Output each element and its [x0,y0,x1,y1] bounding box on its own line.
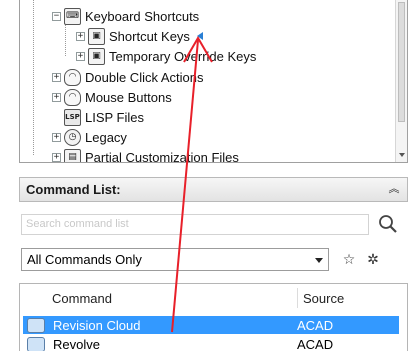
lisp-file-icon: LSP [64,108,81,126]
column-header-command[interactable]: Command [52,291,112,306]
selection-marker-icon [197,32,203,40]
override-key-icon: ▣ [88,47,105,65]
collapse-panel-icon[interactable]: ︽ [387,182,401,196]
command-list-header: Command List: ︽ [19,177,408,202]
command-name: Revision Cloud [53,317,141,333]
tree-item-label: Legacy [85,129,127,145]
tree-item-partial-customization-files[interactable]: + ▤ Partial Customization Files [52,147,239,163]
customizations-tree: − ⌨ Keyboard Shortcuts + ▣ Shortcut Keys… [19,0,408,163]
search-input[interactable]: Search command list [21,214,369,235]
table-row[interactable]: Revision Cloud ACAD [23,316,399,334]
expand-toggle[interactable]: + [52,92,61,102]
tree-connector [33,0,34,155]
expand-toggle[interactable]: + [76,51,85,61]
command-name: Revolve [53,336,100,351]
tree-item-keyboard-shortcuts[interactable]: − ⌨ Keyboard Shortcuts [52,6,199,26]
command-list-title: Command List: [26,182,121,197]
chevron-down-icon[interactable] [315,258,323,263]
table-row[interactable]: Revolve ACAD [23,335,399,351]
partial-cui-icon: ▤ [64,148,81,162]
shortcut-key-icon: ▣ [88,27,105,45]
tree-item-label: Shortcut Keys [109,28,190,44]
tree-item-shortcut-keys[interactable]: + ▣ Shortcut Keys [76,26,190,46]
command-table: Command Source Revision Cloud ACAD Revol… [19,283,408,351]
expand-toggle[interactable]: + [52,132,61,142]
double-click-icon: ◠ [64,68,81,86]
column-header-source[interactable]: Source [303,291,344,306]
expand-toggle[interactable]: + [52,152,61,162]
tree-item-label: Keyboard Shortcuts [85,8,200,24]
tree-item-mouse-buttons[interactable]: + ◠ Mouse Buttons [52,87,172,107]
tree-item-label: Partial Customization Files [85,149,239,163]
expand-toggle[interactable]: + [52,72,61,82]
find-command-icon[interactable]: ☆ [338,250,360,270]
command-filter-dropdown[interactable]: All Commands Only [21,248,329,271]
command-source: ACAD [297,317,334,333]
collapse-toggle[interactable]: − [52,11,61,21]
search-icon[interactable] [378,213,398,235]
keyboard-icon: ⌨ [64,7,81,25]
column-divider[interactable] [297,288,298,308]
tree-item-legacy[interactable]: + ◷ Legacy [52,127,127,147]
expand-toggle[interactable]: + [76,31,85,41]
tree-item-label: Double Click Actions [85,69,204,85]
tree-item-double-click-actions[interactable]: + ◠ Double Click Actions [52,67,204,87]
create-command-icon[interactable]: ✲ [362,250,384,270]
tree-scrollbar[interactable] [395,0,407,162]
scrollbar-thumb[interactable] [398,2,405,122]
tree-item-label: LISP Files [85,109,145,125]
tree-item-temporary-override-keys[interactable]: + ▣ Temporary Override Keys [76,46,256,66]
tree-item-lisp-files[interactable]: LSP LISP Files [64,107,144,127]
revision-cloud-icon [27,317,45,333]
filter-selected-value: All Commands Only [27,252,142,267]
tree-item-label: Temporary Override Keys [109,48,257,64]
command-source: ACAD [297,336,334,351]
tree-connector [65,24,66,56]
revolve-icon [27,336,45,351]
scroll-down-icon[interactable] [399,153,405,157]
legacy-clock-icon: ◷ [64,128,81,146]
tree-item-label: Mouse Buttons [85,89,172,105]
mouse-icon: ◠ [64,88,81,106]
